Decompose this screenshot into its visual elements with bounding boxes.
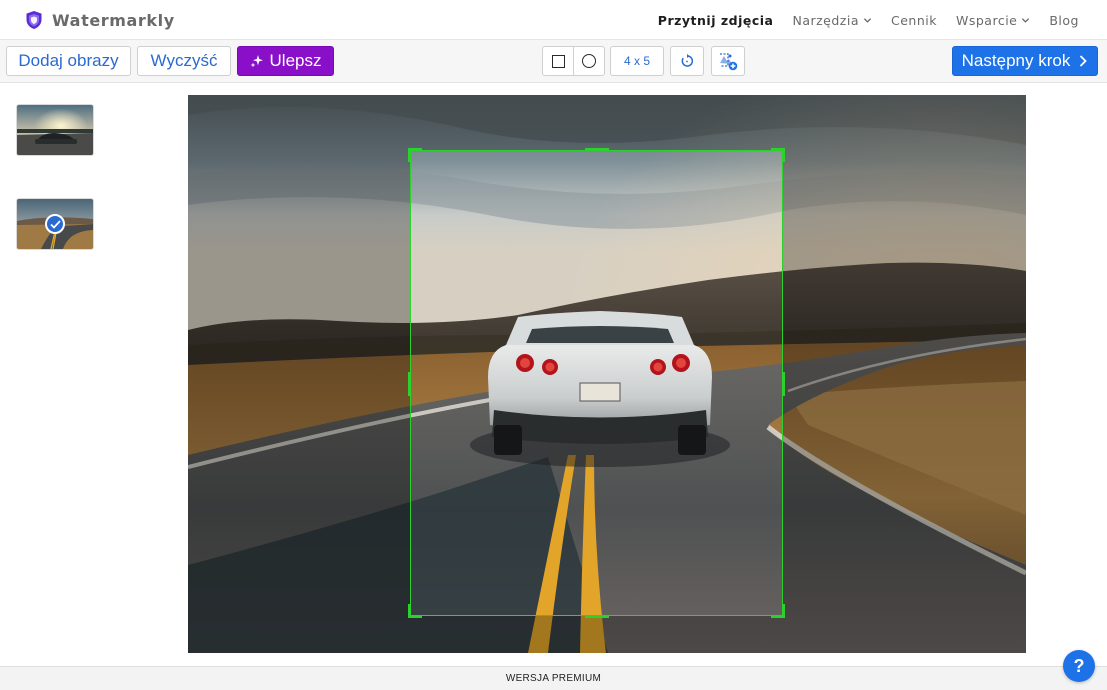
crop-handle-right[interactable] — [782, 372, 785, 396]
sparkle-icon — [250, 55, 263, 68]
help-question-icon: ? — [1073, 655, 1085, 676]
crop-mask-top — [188, 95, 1026, 150]
crop-handle-bottom[interactable] — [585, 615, 609, 618]
crop-mask-left — [188, 150, 410, 616]
aspect-ratio-label: 4 x 5 — [623, 54, 650, 68]
crop-mask-right — [783, 150, 1026, 616]
rotate-button[interactable] — [670, 46, 704, 76]
nav-item-blog[interactable]: Blog — [1049, 13, 1079, 28]
flip-image-button[interactable] — [711, 46, 745, 76]
nav-item-label: Blog — [1049, 12, 1079, 28]
chevron-down-icon — [1022, 17, 1030, 23]
add-images-button[interactable]: Dodaj obrazy — [6, 46, 131, 76]
square-icon — [551, 54, 565, 68]
crop-handle-left[interactable] — [408, 372, 411, 396]
nav-item-label: Cennik — [891, 12, 937, 28]
clear-label: Wyczyść — [150, 51, 218, 70]
add-images-label: Dodaj obrazy — [18, 51, 119, 70]
image-flip-icon — [720, 53, 738, 71]
brand-name: Watermarkly — [52, 10, 175, 30]
next-step-label: Następny krok — [961, 51, 1071, 70]
nav-links: Przytnij zdjęcia Narzędzia Cennik Wsparc… — [658, 0, 1079, 40]
nav-item-pricing[interactable]: Cennik — [891, 13, 937, 28]
rotate-icon — [681, 54, 694, 67]
premium-version-label: WERSJA PREMIUM — [505, 673, 602, 684]
nav-item-label: Wsparcie — [955, 12, 1018, 28]
next-step-button[interactable]: Następny krok — [952, 46, 1098, 76]
checkmark-icon — [49, 219, 61, 229]
nav-item-support[interactable]: Wsparcie — [956, 13, 1030, 28]
premium-footer: WERSJA PREMIUM — [0, 666, 1107, 690]
brand-logo-link[interactable]: Watermarkly — [24, 9, 175, 31]
selected-check-badge — [45, 214, 65, 234]
chevron-right-icon — [1080, 55, 1088, 67]
enhance-label: Ulepsz — [269, 51, 322, 70]
aspect-ratio-button[interactable]: 4 x 5 — [610, 46, 664, 76]
chevron-down-icon — [863, 17, 872, 23]
circle-icon — [582, 54, 597, 68]
crop-handle-top[interactable] — [585, 148, 609, 151]
car-sunset-thumbnail — [17, 105, 93, 155]
crop-handle-bottom-right[interactable] — [771, 604, 785, 618]
clear-button[interactable]: Wyczyść — [137, 46, 231, 76]
crop-shape-toggle — [542, 46, 605, 76]
circle-shape-button[interactable] — [573, 47, 604, 75]
nav-item-crop-photos[interactable]: Przytnij zdjęcia — [658, 13, 774, 28]
square-shape-button[interactable] — [543, 47, 573, 75]
nav-item-label: Narzędzia — [792, 12, 859, 28]
crop-mask-bottom — [188, 616, 1026, 653]
thumbnail-car-road-selected[interactable] — [17, 199, 93, 249]
crop-handle-top-left[interactable] — [408, 148, 422, 162]
shield-logo-icon — [26, 11, 42, 29]
top-navigation: Watermarkly Przytnij zdjęcia Narzędzia C… — [0, 0, 1107, 40]
thumbnail-car-sunset[interactable] — [17, 105, 93, 155]
help-button[interactable]: ? — [1063, 650, 1095, 682]
nav-item-label: Przytnij zdjęcia — [657, 12, 774, 28]
nav-item-tools[interactable]: Narzędzia — [792, 13, 872, 28]
crop-handle-bottom-left[interactable] — [408, 604, 422, 618]
crop-selection-box[interactable] — [408, 148, 785, 618]
enhance-button[interactable]: Ulepsz — [237, 46, 334, 76]
crop-handle-top-right[interactable] — [771, 148, 785, 162]
